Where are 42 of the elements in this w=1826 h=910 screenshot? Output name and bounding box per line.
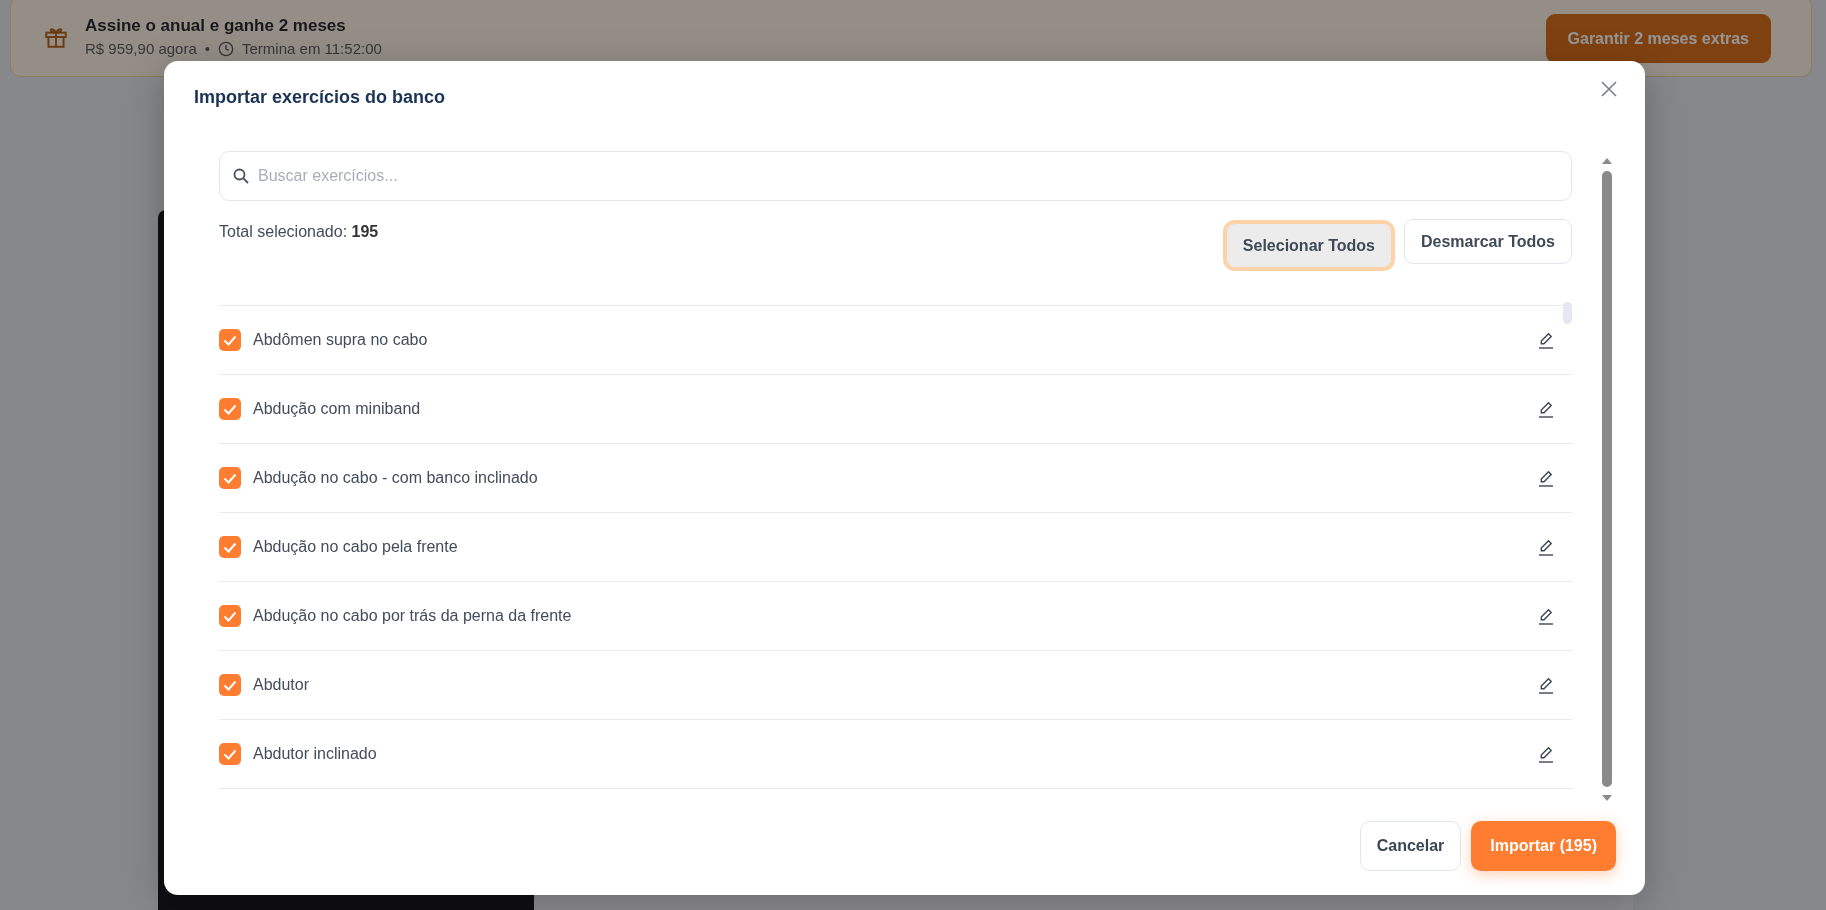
countdown-text: Termina em 11:52:00: [242, 40, 382, 57]
separator-dot: •: [204, 40, 211, 57]
checkbox[interactable]: [219, 467, 241, 489]
cancel-button[interactable]: Cancelar: [1359, 821, 1462, 871]
checkbox[interactable]: [219, 536, 241, 558]
edit-icon[interactable]: [1538, 538, 1554, 556]
close-icon[interactable]: [1601, 81, 1617, 97]
check-icon: [223, 748, 237, 760]
check-icon: [223, 679, 237, 691]
edit-icon[interactable]: [1538, 607, 1554, 625]
clock-icon: [218, 40, 235, 57]
exercise-name: Abdução no cabo - com banco inclinado: [253, 469, 539, 487]
check-icon: [223, 334, 237, 346]
total-selected-text: Total selecionado: 195: [219, 223, 379, 242]
search-field[interactable]: Buscar exercícios...: [219, 151, 1572, 201]
exercise-name: Abdutor inclinado: [253, 745, 378, 763]
checkbox[interactable]: [219, 743, 241, 765]
edit-icon[interactable]: [1538, 331, 1554, 349]
action-button[interactable]: Selecionar Todos: [1225, 223, 1392, 268]
check-icon: [223, 403, 237, 415]
exercise-name: Abdução no cabo pela frente: [253, 538, 459, 556]
price-text: R$ 959,90 agora: [85, 40, 197, 57]
checkbox[interactable]: [219, 329, 241, 351]
dialog-title: Importar exercícios do banco: [194, 86, 446, 108]
checkbox[interactable]: [219, 398, 241, 420]
list-scroll-thumb[interactable]: [1563, 302, 1572, 324]
exercise-name: Abdução no cabo por trás da perna da frente: [253, 607, 573, 625]
checkbox[interactable]: [219, 605, 241, 627]
edit-icon[interactable]: [1538, 469, 1554, 487]
check-icon: [223, 541, 237, 553]
exercise-name: Abdutor: [253, 676, 311, 694]
exercise-name: Abdômen supra no cabo: [253, 331, 429, 349]
check-icon: [223, 472, 237, 484]
search-icon: [233, 168, 249, 184]
banner-title: Assine o anual e ganhe 2 meses: [85, 16, 347, 36]
checkbox[interactable]: [219, 674, 241, 696]
edit-icon[interactable]: [1538, 745, 1554, 763]
edit-icon[interactable]: [1538, 400, 1554, 418]
check-icon: [223, 610, 237, 622]
exercise-name: Abdução com miniband: [253, 400, 422, 418]
edit-icon[interactable]: [1538, 676, 1554, 694]
action-button[interactable]: Desmarcar Todos: [1404, 219, 1572, 264]
